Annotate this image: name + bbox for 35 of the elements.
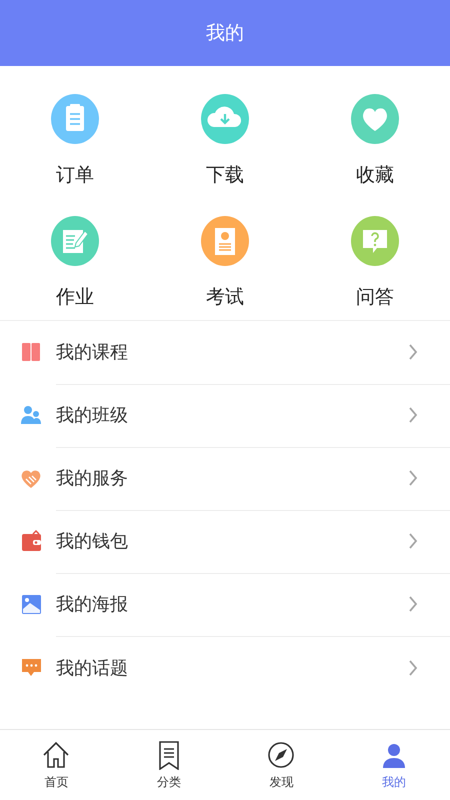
nav-tab[interactable]: 我的 bbox=[338, 730, 450, 800]
menu-row[interactable]: 我的课程 bbox=[0, 321, 450, 384]
chevron-right-icon bbox=[408, 406, 418, 424]
book-icon bbox=[20, 341, 43, 364]
menu-label: 我的话题 bbox=[56, 656, 128, 680]
page-title: 我的 bbox=[206, 21, 244, 46]
shortcut-label[interactable]: 考试 bbox=[206, 284, 244, 310]
menu-label: 我的钱包 bbox=[56, 530, 128, 553]
menu-label: 我的课程 bbox=[56, 341, 128, 364]
people-icon bbox=[20, 404, 43, 427]
nav-tab[interactable]: 分类 bbox=[112, 730, 225, 800]
chevron-right-icon bbox=[408, 469, 418, 487]
menu-label: 我的海报 bbox=[56, 593, 128, 616]
menu-row[interactable]: 我的班级 bbox=[0, 384, 450, 447]
shortcut-label[interactable]: 下载 bbox=[206, 162, 244, 188]
shortcut-label[interactable]: 作业 bbox=[56, 284, 94, 310]
menu-row[interactable]: 我的话题 bbox=[0, 636, 450, 699]
chevron-right-icon bbox=[408, 658, 418, 676]
menu-row[interactable]: 我的钱包 bbox=[0, 510, 450, 573]
nav-tab[interactable]: 发现 bbox=[225, 730, 338, 800]
image-icon bbox=[20, 593, 43, 616]
shortcut-label[interactable]: 收藏 bbox=[356, 162, 394, 188]
chevron-right-icon bbox=[408, 532, 418, 550]
menu-row[interactable]: 我的海报 bbox=[0, 573, 450, 636]
chevron-right-icon bbox=[408, 343, 418, 361]
menu-label: 我的服务 bbox=[56, 467, 128, 490]
menu-row[interactable]: 我的服务 bbox=[0, 447, 450, 510]
menu-label: 我的班级 bbox=[56, 404, 128, 427]
nav-tab[interactable]: 首页 bbox=[0, 730, 112, 800]
compass-icon bbox=[266, 740, 296, 770]
shortcut-label[interactable]: 问答 bbox=[356, 284, 394, 310]
shortcut-label[interactable]: 订单 bbox=[56, 162, 94, 188]
chevron-right-icon bbox=[408, 595, 418, 613]
home-icon bbox=[41, 740, 72, 770]
wallet-icon bbox=[20, 530, 43, 553]
